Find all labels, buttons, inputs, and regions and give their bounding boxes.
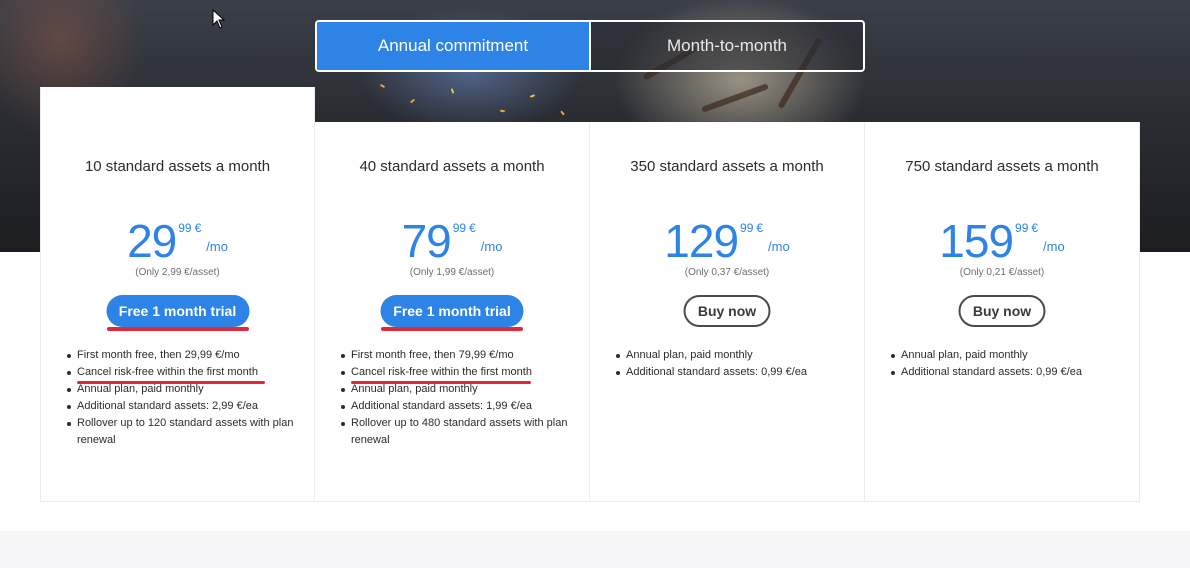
feature-item: Additional standard assets: 1,99 €/ea	[341, 398, 571, 415]
buy-now-button[interactable]: Buy now	[683, 295, 771, 327]
plan-price: 79 99 €/mo	[401, 215, 503, 267]
feature-item: Annual plan, paid monthly	[616, 347, 846, 364]
per-asset-price: (Only 1,99 €/asset)	[409, 267, 495, 278]
feature-item: Cancel risk-free within the first month	[341, 364, 571, 381]
feature-item: Cancel risk-free within the first month	[67, 364, 296, 381]
plan-title: 350 standard assets a month	[630, 158, 824, 175]
per-asset-price: (Only 2,99 €/asset)	[135, 267, 220, 278]
annual-commitment-tab[interactable]: Annual commitment	[317, 22, 589, 70]
mouse-pointer-icon	[212, 9, 226, 29]
annotation-underline	[107, 327, 249, 331]
feature-item: Additional standard assets: 0,99 €/ea	[891, 364, 1121, 381]
month-to-month-tab[interactable]: Month-to-month	[589, 22, 863, 70]
plan-card-750: 750 standard assets a month 159 99 €/mo (O…	[865, 122, 1140, 502]
annotation-underline	[381, 327, 523, 331]
billing-toggle[interactable]: Annual commitment Month-to-month	[315, 20, 865, 72]
feature-item: Additional standard assets: 0,99 €/ea	[616, 364, 846, 381]
annotation-underline	[351, 381, 531, 384]
per-asset-price: (Only 0,21 €/asset)	[959, 267, 1045, 278]
free-trial-button[interactable]: Free 1 month trial	[106, 295, 249, 327]
buy-now-button[interactable]: Buy now	[958, 295, 1046, 327]
feature-list: First month free, then 79,99 €/mo Cancel…	[341, 347, 571, 449]
plan-price: 129 99 €/mo	[664, 215, 790, 267]
feature-item: First month free, then 29,99 €/mo	[67, 347, 296, 364]
plan-price: 29 99 €/mo	[127, 215, 228, 267]
plan-price: 159 99 €/mo	[939, 215, 1065, 267]
plan-title: 40 standard assets a month	[359, 158, 545, 175]
free-trial-button[interactable]: Free 1 month trial	[380, 295, 524, 327]
annotation-underline	[77, 381, 265, 384]
plan-card-10: 10 standard assets a month 29 99 €/mo (Onl…	[40, 87, 315, 502]
feature-item: First month free, then 79,99 €/mo	[341, 347, 571, 364]
feature-list: First month free, then 29,99 €/mo Cancel…	[67, 347, 296, 449]
plan-card-350: 350 standard assets a month 129 99 €/mo (O…	[590, 122, 865, 502]
feature-item: Rollover up to 480 standard assets with …	[341, 415, 571, 449]
feature-item: Additional standard assets: 2,99 €/ea	[67, 398, 296, 415]
footer-band	[0, 531, 1190, 568]
plan-title: 750 standard assets a month	[905, 158, 1099, 175]
plan-card-40: 40 standard assets a month 79 99 €/mo (Onl…	[315, 122, 590, 502]
per-asset-price: (Only 0,37 €/asset)	[684, 267, 770, 278]
feature-list: Annual plan, paid monthly Additional sta…	[616, 347, 846, 381]
feature-list: Annual plan, paid monthly Additional sta…	[891, 347, 1121, 381]
feature-item: Rollover up to 120 standard assets with …	[67, 415, 296, 449]
feature-item: Annual plan, paid monthly	[891, 347, 1121, 364]
plan-title: 10 standard assets a month	[84, 158, 271, 175]
